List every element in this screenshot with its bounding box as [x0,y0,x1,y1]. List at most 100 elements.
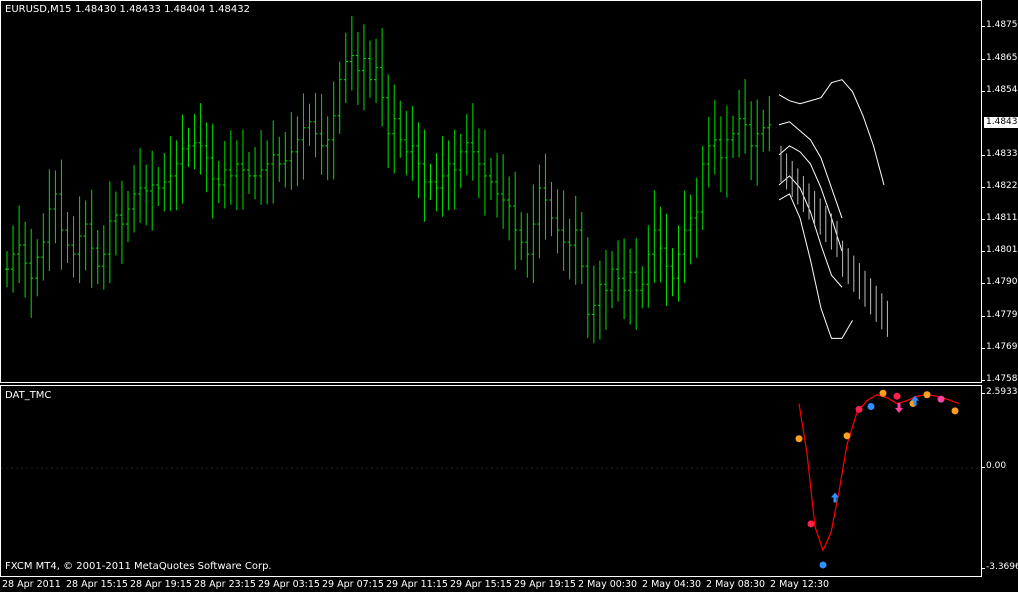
price-bar [119,180,124,264]
price-bar [404,110,409,176]
price-bar [349,15,354,91]
price-bar [458,133,463,188]
signal-marker [893,392,901,400]
time-tick: 2 May 08:30 [706,579,766,590]
indicator-tick: 0.00 [981,461,1007,471]
time-tick: 2 May 04:30 [642,579,702,590]
price-tick: 1.48330 [981,149,1018,159]
arrow-down-icon [895,402,903,413]
price-bar [35,239,40,297]
price-bar [47,169,52,271]
price-scale[interactable]: 1.48755 1.48650 1.48540 1.48432 1.48330 … [981,0,1018,577]
time-axis[interactable]: 28 Apr 2011 28 Apr 15:15 28 Apr 19:15 28… [0,577,982,592]
price-bar [23,221,28,298]
price-bar [374,38,379,104]
price-bar [579,212,584,285]
price-bar [410,106,415,181]
indicator-tick: -3.3696 [982,562,1018,572]
price-bar [628,248,633,325]
price-bar [519,212,524,261]
price-bar [307,103,312,146]
price-bar [543,153,548,240]
price-bar [277,136,282,182]
price-bar [313,92,318,158]
price-bar [126,190,130,243]
price-bar [561,190,566,271]
price-bar [622,238,627,320]
price-bar [156,166,161,207]
price-bar [597,260,602,340]
price-bar [210,123,215,219]
price-bar [495,153,500,218]
price-tick: 1.48650 [981,53,1018,63]
price-bar [53,170,58,244]
time-tick: 28 Apr 23:15 [194,579,256,590]
price-bar [234,140,239,211]
price-bar [573,195,578,285]
price-bar [65,212,70,264]
price-bar [361,24,366,111]
time-tick: 29 Apr 19:15 [514,579,576,590]
price-tick: 1.48755 [981,20,1018,30]
price-bar [59,159,64,270]
price-bar [259,130,264,205]
signal-marker [795,435,803,443]
price-bar [240,129,245,210]
price-bar [731,115,735,158]
price-bar [343,32,348,104]
price-bar [440,136,445,217]
price-bar [162,153,167,212]
price-tick: 1.47900 [981,277,1018,287]
price-bar [501,154,506,229]
oscillator-curve [798,394,960,552]
price-bar [616,240,621,302]
price-bar [585,237,590,338]
price-chart-pane[interactable]: EURUSD,M15 1.48430 1.48433 1.48404 1.484… [0,0,982,383]
time-tick: 29 Apr 15:15 [450,579,512,590]
price-bar [470,103,475,181]
price-bar [428,163,433,200]
price-bar [507,176,512,241]
projection-band-band-top [778,79,885,186]
price-bar [718,116,723,193]
price-bar [180,114,185,204]
indicator-pane[interactable]: DAT_TMC FXCM MT4, © 2001-2011 MetaQuotes… [0,385,982,577]
signal-marker [951,407,959,415]
price-bar [247,151,251,194]
price-bar [398,100,403,158]
price-bar [688,194,693,265]
signal-marker [807,520,815,528]
price-bar [5,251,9,288]
price-bar [743,79,748,154]
price-tick: 1.47795 [981,310,1018,320]
price-tick: 1.48115 [981,213,1018,223]
oscillator-chart[interactable] [1,386,981,576]
price-bar [737,89,742,158]
price-bar [537,164,542,259]
price-bar [150,150,155,231]
price-tick: 1.48010 [981,245,1018,255]
price-bar [222,141,227,209]
price-bar [676,225,681,302]
price-bar [706,116,711,188]
price-bar [107,181,112,284]
price-bar [482,129,487,216]
price-bar [658,206,663,283]
price-tick: 1.48540 [981,85,1018,95]
price-bar [101,225,106,290]
price-bar [380,27,385,127]
price-bar [634,237,639,330]
price-bar [682,190,687,284]
price-bar [71,216,76,278]
price-bar [724,105,729,198]
time-tick: 28 Apr 15:15 [66,579,128,590]
price-bar [386,74,391,169]
signal-marker [867,402,875,410]
price-bar [761,109,766,152]
price-bars-chart[interactable] [1,1,981,382]
price-bar [319,94,324,175]
price-bar [591,265,596,344]
price-bar [204,122,209,193]
price-bar [513,171,518,270]
price-bar [331,81,336,180]
